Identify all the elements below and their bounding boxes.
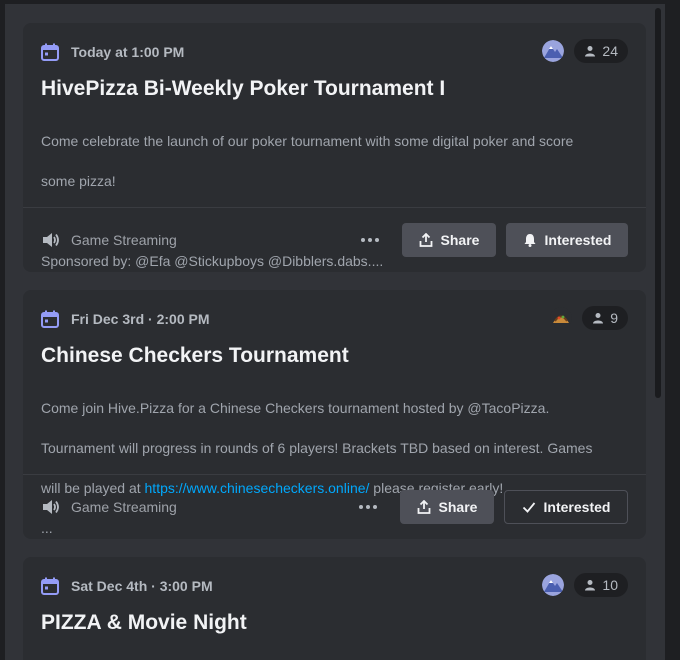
description-line: Come celebrate the launch of our poker t… xyxy=(41,133,574,149)
event-card[interactable]: Fri Dec 3rd · 2:00 PM 9 Chinese Checkers… xyxy=(23,290,646,539)
mountain-avatar-icon[interactable] xyxy=(542,574,565,596)
checkmark-icon xyxy=(522,502,535,513)
share-button[interactable]: Share xyxy=(402,223,496,257)
speaker-icon xyxy=(43,500,59,514)
description-line: some pizza! xyxy=(41,173,116,189)
speaker-icon xyxy=(43,233,59,247)
interested-count: 10 xyxy=(602,577,618,593)
event-date: Today at 1:00 PM xyxy=(71,44,185,60)
event-location: Game Streaming xyxy=(71,232,177,248)
person-icon xyxy=(585,46,596,57)
calendar-icon xyxy=(41,310,59,328)
event-title[interactable]: HivePizza Bi-Weekly Poker Tournament I xyxy=(41,75,628,103)
interested-label: Interested xyxy=(543,499,611,515)
event-title[interactable]: PIZZA & Movie Night xyxy=(41,609,628,637)
event-footer: Game Streaming Share Interested xyxy=(23,207,646,272)
event-location: Game Streaming xyxy=(71,499,177,515)
more-options-icon[interactable] xyxy=(358,497,378,517)
event-card[interactable]: Sat Dec 4th · 3:00 PM 10 PIZZA & Movie N… xyxy=(23,557,646,660)
share-label: Share xyxy=(440,232,480,248)
bell-icon xyxy=(524,234,536,247)
person-icon xyxy=(585,580,596,591)
event-date: Sat Dec 4th · 3:00 PM xyxy=(71,578,213,594)
more-options-icon[interactable] xyxy=(360,230,380,250)
scrollbar[interactable] xyxy=(655,8,661,398)
description-line: Come join Hive.Pizza for a Chinese Check… xyxy=(41,400,550,416)
interested-count-badge: 10 xyxy=(574,573,628,597)
interested-count: 9 xyxy=(610,310,618,326)
calendar-icon xyxy=(41,577,59,595)
interested-label: Interested xyxy=(544,232,612,248)
share-button[interactable]: Share xyxy=(400,490,494,524)
interested-button[interactable]: Interested xyxy=(504,490,628,524)
interested-count: 24 xyxy=(602,43,618,59)
event-date: Fri Dec 3rd · 2:00 PM xyxy=(71,311,210,327)
share-icon xyxy=(417,500,430,514)
event-title[interactable]: Chinese Checkers Tournament xyxy=(41,342,628,370)
mountain-avatar-icon[interactable] xyxy=(542,40,565,62)
person-icon xyxy=(593,313,604,324)
calendar-icon xyxy=(41,43,59,61)
interested-count-badge: 9 xyxy=(582,306,628,330)
description-line: Tournament will progress in rounds of 6 … xyxy=(41,440,593,456)
event-footer: Game Streaming Share Interested xyxy=(23,474,646,539)
taco-avatar-icon[interactable] xyxy=(550,307,573,329)
events-panel: Today at 1:00 PM 24 HivePizza Bi-Weekly … xyxy=(5,4,665,660)
share-icon xyxy=(419,233,432,247)
share-label: Share xyxy=(438,499,478,515)
event-card[interactable]: Today at 1:00 PM 24 HivePizza Bi-Weekly … xyxy=(23,23,646,272)
interested-count-badge: 24 xyxy=(574,39,628,63)
interested-button[interactable]: Interested xyxy=(506,223,628,257)
